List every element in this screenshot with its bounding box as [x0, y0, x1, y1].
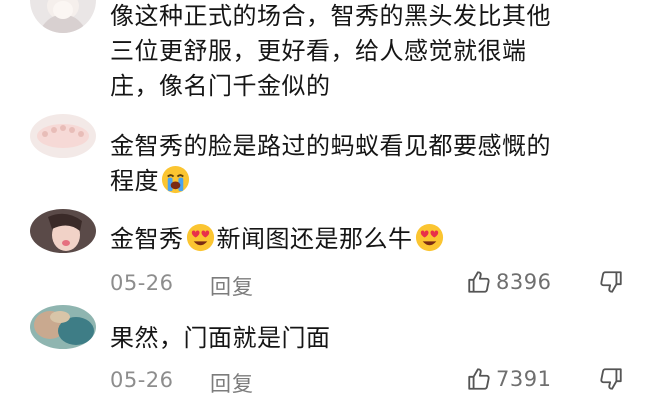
- thumbs-down-icon: [600, 271, 622, 293]
- thumbs-up-icon: [468, 271, 490, 293]
- avatar-image: [30, 114, 96, 158]
- comment-text-part: 新闻图还是那么牛: [216, 225, 413, 253]
- comment-line-text: 程度: [110, 167, 159, 195]
- like-button[interactable]: 7391: [466, 366, 551, 392]
- like-count: 7391: [496, 367, 552, 391]
- smiling-face-with-heart-eyes-icon: [185, 222, 216, 253]
- avatar-image: [30, 0, 96, 33]
- comment-text: 金智秀的脸是路过的蚂蚁看见都要感慨的 程度: [110, 129, 650, 199]
- thumbs-down-icon: [600, 368, 622, 390]
- comment-text: 像这种正式的场合，智秀的黑头发比其他 三位更舒服，更好看，给人感觉就很端 庄，像…: [110, 0, 650, 104]
- comment-line: 果然，门面就是门面: [110, 324, 331, 352]
- avatar[interactable]: [30, 0, 96, 33]
- reply-button[interactable]: 回复: [210, 271, 254, 301]
- comment-text: 果然，门面就是门面: [110, 321, 650, 356]
- smiling-face-with-heart-eyes-icon: [414, 222, 445, 253]
- avatar-image: [30, 209, 96, 253]
- comment-date: 05-26: [110, 271, 174, 295]
- comment-meta: 05-26 回复 8396: [110, 269, 640, 301]
- comment-meta: 05-26 回复 7391: [110, 366, 640, 398]
- loudly-crying-face-icon: [160, 164, 191, 195]
- like-count: 8396: [496, 270, 552, 294]
- like-button[interactable]: 8396: [466, 269, 551, 295]
- comment-line: 像这种正式的场合，智秀的黑头发比其他: [110, 2, 551, 30]
- avatar[interactable]: [30, 305, 96, 349]
- comment-line: 金智秀的脸是路过的蚂蚁看见都要感慨的: [110, 132, 551, 160]
- avatar-image: [30, 305, 96, 349]
- comment-line: 程度: [110, 164, 650, 199]
- reply-button[interactable]: 回复: [210, 368, 254, 398]
- thumbs-up-icon: [468, 368, 490, 390]
- comment-text: 金智秀 新闻图还是那么牛: [110, 222, 650, 257]
- dislike-button[interactable]: [598, 366, 624, 397]
- avatar[interactable]: [30, 209, 96, 253]
- comment-date: 05-26: [110, 368, 174, 392]
- comment-line: 三位更舒服，更好看，给人感觉就很端: [110, 37, 527, 65]
- comment-text-part: 金智秀: [110, 225, 184, 253]
- avatar[interactable]: [30, 114, 96, 158]
- comment-line: 庄，像名门千金似的: [110, 72, 331, 100]
- dislike-button[interactable]: [598, 269, 624, 300]
